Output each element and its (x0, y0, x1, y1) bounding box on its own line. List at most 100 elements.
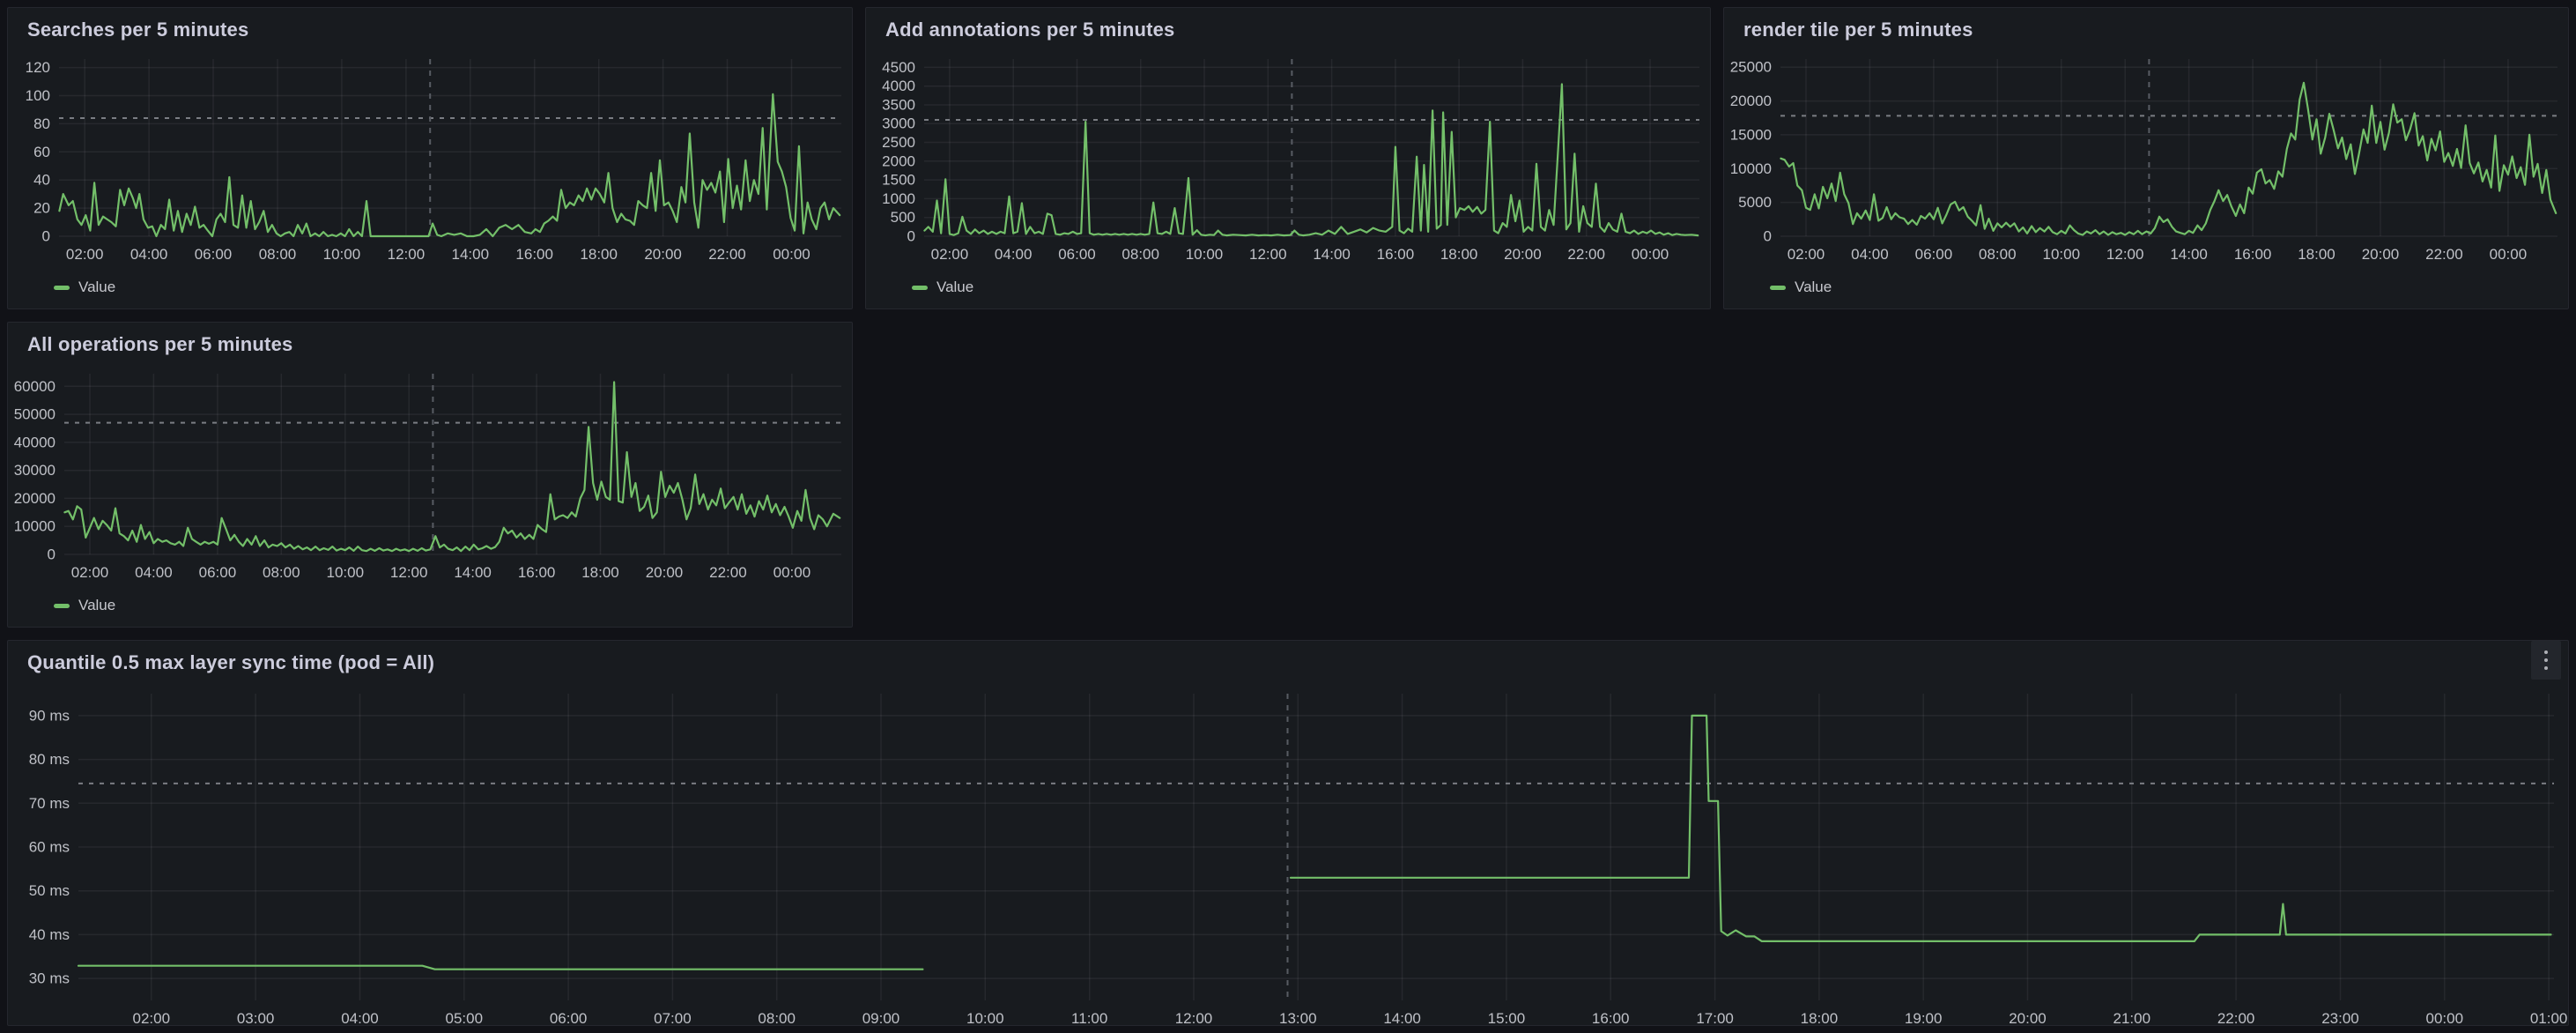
panel-add-annotations: Add annotations per 5 minutes 0500100015… (865, 7, 1711, 309)
svg-text:60 ms: 60 ms (29, 839, 70, 856)
svg-text:0: 0 (907, 228, 915, 245)
render-tile-chart[interactable]: 050001000015000200002500002:0004:0006:00… (1724, 8, 2568, 308)
svg-text:14:00: 14:00 (1383, 1010, 1421, 1025)
svg-text:30000: 30000 (14, 462, 56, 479)
svg-text:04:00: 04:00 (135, 564, 173, 581)
chart-canvas[interactable]: 02040608010012002:0004:0006:0008:0010:00… (8, 8, 852, 308)
svg-text:3000: 3000 (882, 115, 915, 132)
legend-render-tile[interactable]: Value (1770, 279, 1832, 296)
svg-text:00:00: 00:00 (2490, 246, 2528, 263)
svg-text:120: 120 (26, 59, 50, 76)
legend-searches[interactable]: Value (54, 279, 115, 296)
svg-text:15:00: 15:00 (1488, 1010, 1526, 1025)
svg-text:09:00: 09:00 (862, 1010, 900, 1025)
svg-text:00:00: 00:00 (1632, 246, 1669, 263)
svg-text:10:00: 10:00 (323, 246, 361, 263)
svg-text:08:00: 08:00 (259, 246, 297, 263)
chart-canvas[interactable]: 050001000015000200002500002:0004:0006:00… (1724, 8, 2568, 308)
svg-text:2500: 2500 (882, 134, 915, 151)
svg-text:20:00: 20:00 (2009, 1010, 2047, 1025)
svg-text:14:00: 14:00 (454, 564, 492, 581)
quantile-sync-time-chart[interactable]: 30 ms40 ms50 ms60 ms70 ms80 ms90 ms02:00… (8, 641, 2568, 1025)
panel-render-tile: render tile per 5 minutes 05000100001500… (1723, 7, 2569, 309)
svg-text:16:00: 16:00 (1377, 246, 1415, 263)
svg-text:06:00: 06:00 (1058, 246, 1096, 263)
svg-text:12:00: 12:00 (1249, 246, 1287, 263)
svg-text:21:00: 21:00 (2113, 1010, 2151, 1025)
svg-text:06:00: 06:00 (195, 246, 233, 263)
svg-text:08:00: 08:00 (1121, 246, 1159, 263)
svg-text:50 ms: 50 ms (29, 882, 70, 899)
svg-text:16:00: 16:00 (518, 564, 556, 581)
legend-all-operations[interactable]: Value (54, 597, 115, 614)
kebab-vertical-icon (2544, 666, 2548, 670)
svg-text:80 ms: 80 ms (29, 751, 70, 768)
legend-label: Value (1795, 279, 1832, 296)
add-annotations-chart[interactable]: 05001000150020002500300035004000450002:0… (866, 8, 1710, 308)
svg-text:02:00: 02:00 (66, 246, 104, 263)
svg-text:06:00: 06:00 (1915, 246, 1953, 263)
svg-text:10000: 10000 (14, 518, 56, 535)
svg-text:10000: 10000 (1730, 160, 1772, 177)
svg-text:23:00: 23:00 (2321, 1010, 2359, 1025)
svg-text:40 ms: 40 ms (29, 926, 70, 943)
all-operations-chart[interactable]: 010000200003000040000500006000002:0004:0… (8, 323, 852, 627)
kebab-vertical-icon (2544, 650, 2548, 654)
svg-text:14:00: 14:00 (2170, 246, 2208, 263)
svg-text:40: 40 (33, 172, 50, 189)
legend-label: Value (936, 279, 973, 296)
svg-text:07:00: 07:00 (654, 1010, 692, 1025)
svg-text:16:00: 16:00 (2234, 246, 2272, 263)
svg-text:14:00: 14:00 (1313, 246, 1351, 263)
svg-text:20:00: 20:00 (1504, 246, 1542, 263)
svg-text:100: 100 (26, 87, 50, 104)
grafana-dashboard: Searches per 5 minutes 02040608010012002… (0, 0, 2576, 1033)
panel-all-operations: All operations per 5 minutes 01000020000… (7, 322, 853, 628)
legend-add-annotations[interactable]: Value (912, 279, 973, 296)
svg-text:02:00: 02:00 (931, 246, 969, 263)
svg-text:80: 80 (33, 115, 50, 132)
chart-canvas[interactable]: 30 ms40 ms50 ms60 ms70 ms80 ms90 ms02:00… (8, 641, 2568, 1025)
series-swatch-icon (1770, 286, 1786, 290)
svg-text:20:00: 20:00 (646, 564, 684, 581)
svg-text:04:00: 04:00 (341, 1010, 379, 1025)
series-swatch-icon (54, 286, 70, 290)
svg-text:20: 20 (33, 200, 50, 217)
panel-title-quantile-sync-time: Quantile 0.5 max layer sync time (pod = … (27, 651, 434, 674)
svg-text:22:00: 22:00 (1567, 246, 1605, 263)
svg-text:20:00: 20:00 (644, 246, 682, 263)
svg-text:04:00: 04:00 (995, 246, 1033, 263)
svg-text:20000: 20000 (1730, 93, 1772, 109)
panel-menu-button[interactable] (2531, 641, 2561, 680)
svg-text:30 ms: 30 ms (29, 970, 70, 987)
svg-text:01:00: 01:00 (2530, 1010, 2568, 1025)
svg-text:16:00: 16:00 (515, 246, 553, 263)
svg-text:00:00: 00:00 (773, 246, 811, 263)
svg-text:10:00: 10:00 (966, 1010, 1004, 1025)
svg-text:18:00: 18:00 (580, 246, 618, 263)
svg-text:90 ms: 90 ms (29, 707, 70, 724)
chart-canvas[interactable]: 010000200003000040000500006000002:0004:0… (8, 323, 852, 627)
svg-text:12:00: 12:00 (1175, 1010, 1213, 1025)
svg-text:03:00: 03:00 (237, 1010, 275, 1025)
svg-text:60000: 60000 (14, 378, 56, 395)
svg-text:22:00: 22:00 (2217, 1010, 2255, 1025)
svg-text:12:00: 12:00 (388, 246, 426, 263)
series-swatch-icon (54, 604, 70, 608)
svg-text:12:00: 12:00 (2106, 246, 2144, 263)
svg-text:19:00: 19:00 (1905, 1010, 1943, 1025)
svg-text:22:00: 22:00 (708, 246, 746, 263)
chart-canvas[interactable]: 05001000150020002500300035004000450002:0… (866, 8, 1710, 308)
svg-text:02:00: 02:00 (71, 564, 109, 581)
svg-text:11:00: 11:00 (1071, 1010, 1107, 1025)
svg-text:40000: 40000 (14, 434, 56, 450)
svg-text:10:00: 10:00 (2043, 246, 2081, 263)
svg-text:08:00: 08:00 (263, 564, 300, 581)
svg-text:02:00: 02:00 (1788, 246, 1825, 263)
svg-text:08:00: 08:00 (1979, 246, 2017, 263)
svg-text:00:00: 00:00 (2426, 1010, 2464, 1025)
svg-text:4500: 4500 (882, 59, 915, 76)
searches-chart[interactable]: 02040608010012002:0004:0006:0008:0010:00… (8, 8, 852, 308)
panel-searches: Searches per 5 minutes 02040608010012002… (7, 7, 853, 309)
svg-text:13:00: 13:00 (1279, 1010, 1317, 1025)
